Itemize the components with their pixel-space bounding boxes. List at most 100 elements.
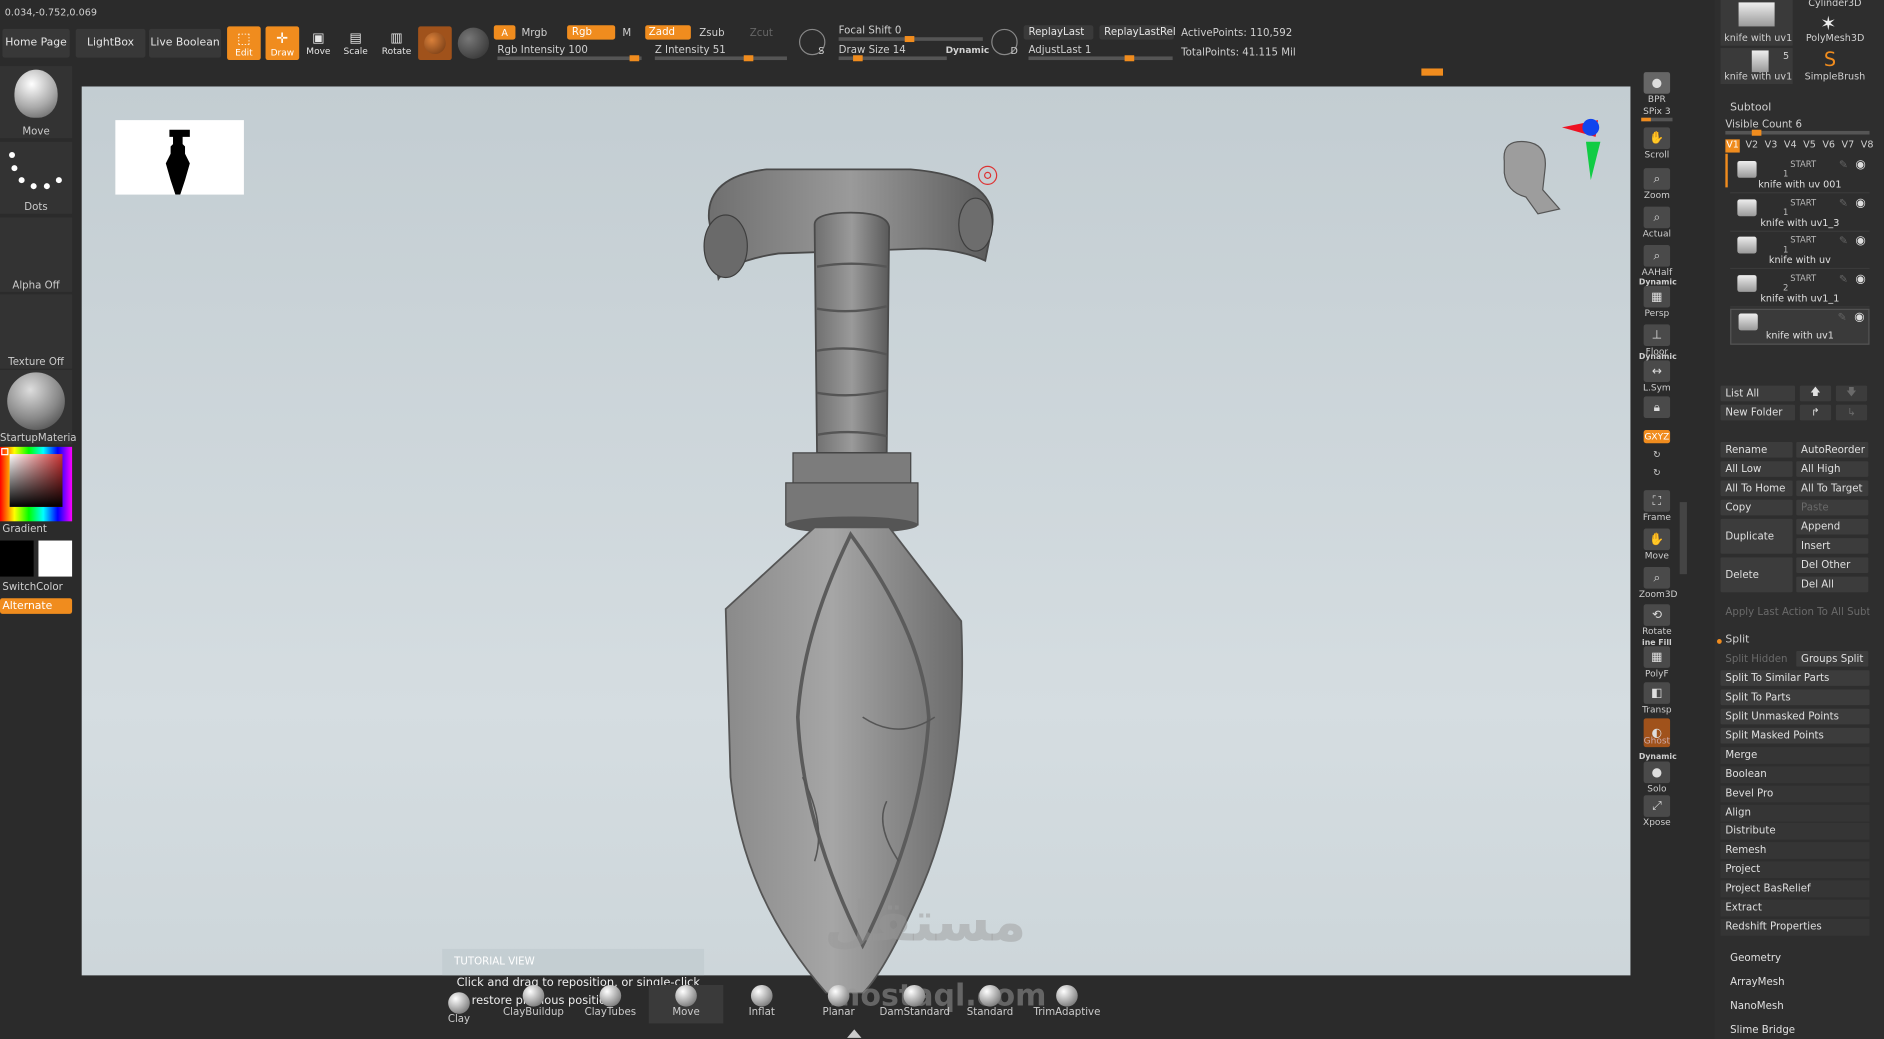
split-to-parts-button[interactable]: Split To Parts bbox=[1720, 689, 1870, 706]
subtool-item[interactable]: ✎ ◉ knife with uv1 bbox=[1730, 308, 1870, 345]
knife-model[interactable] bbox=[682, 153, 1018, 994]
zoom3d-button[interactable]: ⌕ Zoom3D bbox=[1639, 566, 1678, 599]
polyf-button[interactable]: ▦ PolyF bbox=[1639, 646, 1675, 679]
new-folder-button[interactable]: New Folder bbox=[1720, 404, 1796, 421]
texture-tile[interactable]: Texture Off bbox=[0, 294, 73, 369]
xpose-button[interactable]: ⤢ Xpose bbox=[1639, 795, 1675, 828]
simplebrush-icon[interactable]: S bbox=[1824, 48, 1836, 71]
menu-geometry[interactable]: Geometry bbox=[1725, 950, 1874, 967]
stroke-dots-tile[interactable]: Dots bbox=[0, 141, 73, 214]
duplicate-button[interactable]: Duplicate bbox=[1720, 518, 1793, 554]
menu-align[interactable]: Align bbox=[1720, 804, 1870, 822]
subtool-header[interactable]: Subtool bbox=[1730, 102, 1771, 114]
a-toggle[interactable]: A bbox=[493, 25, 516, 40]
del-all-button[interactable]: Del All bbox=[1796, 576, 1869, 593]
brush-move-tile[interactable]: Move bbox=[0, 66, 73, 139]
edit-mode-button[interactable]: ⬚ Edit bbox=[227, 26, 261, 61]
navigator-thumbnail[interactable] bbox=[115, 120, 244, 195]
menu-bevel-pro[interactable]: Bevel Pro bbox=[1720, 785, 1870, 803]
brush-toggle-icon[interactable]: ✎ bbox=[1839, 160, 1848, 172]
copy-button[interactable]: Copy bbox=[1720, 499, 1793, 516]
all-low-button[interactable]: All Low bbox=[1720, 461, 1793, 477]
m-toggle[interactable]: M bbox=[622, 28, 631, 40]
insert-button[interactable]: Insert bbox=[1796, 538, 1869, 554]
brush-claytubes[interactable]: ClayTubes bbox=[576, 984, 646, 1019]
zsub-toggle[interactable]: Zsub bbox=[699, 28, 724, 40]
brush-claybuildup[interactable]: ClayBuildup bbox=[499, 984, 569, 1019]
all-high-button[interactable]: All High bbox=[1796, 461, 1869, 477]
del-other-button[interactable]: Del Other bbox=[1796, 557, 1869, 573]
paste-button[interactable]: Paste bbox=[1796, 499, 1869, 516]
split-header[interactable]: Split bbox=[1725, 634, 1749, 646]
visibility-eye-icon[interactable]: ◉ bbox=[1855, 196, 1865, 209]
menu-distribute[interactable]: Distribute bbox=[1720, 823, 1870, 841]
transp-button[interactable]: ◧ Transp bbox=[1639, 682, 1675, 715]
primary-color-swatch[interactable] bbox=[38, 540, 73, 577]
menu-boolean[interactable]: Boolean bbox=[1720, 766, 1870, 783]
rotate-z-icon[interactable]: ↻ bbox=[1639, 467, 1675, 478]
brush-inflat[interactable]: Inflat bbox=[727, 984, 797, 1019]
brush-toggle-icon[interactable]: ✎ bbox=[1839, 198, 1848, 210]
visible-count-slider[interactable] bbox=[1725, 129, 1870, 136]
lock-button[interactable]: 🔒︎ bbox=[1639, 396, 1675, 419]
move-up-arrow-icon[interactable]: 🡅 bbox=[1799, 385, 1832, 402]
brush-planar[interactable]: Planar bbox=[804, 984, 874, 1019]
append-button[interactable]: Append bbox=[1796, 518, 1869, 535]
solo-button[interactable]: ● Solo bbox=[1639, 761, 1675, 794]
version-tab-v4[interactable]: V4 bbox=[1783, 139, 1797, 152]
version-tab-v5[interactable]: V5 bbox=[1802, 139, 1816, 152]
menu-arraymesh[interactable]: ArrayMesh bbox=[1725, 974, 1874, 991]
menu-slime-bridge[interactable]: Slime Bridge bbox=[1725, 1022, 1874, 1039]
material-preview-icon[interactable] bbox=[457, 27, 490, 59]
move-view-button[interactable]: ✋ Move bbox=[1639, 528, 1675, 561]
version-tab-v7[interactable]: V7 bbox=[1841, 139, 1855, 152]
zoom-button[interactable]: ⌕ Zoom bbox=[1639, 168, 1675, 201]
tool-thumb-knife-a[interactable]: knife with uv1 bbox=[1720, 0, 1793, 46]
alternate-button[interactable]: Alternate bbox=[0, 598, 73, 614]
color-picker[interactable] bbox=[0, 446, 73, 522]
material-sphere-button[interactable] bbox=[418, 26, 452, 61]
subtool-item[interactable]: START 1 ✎ ◉ knife with uv bbox=[1730, 233, 1870, 270]
move-mode-button[interactable]: ▣ Move bbox=[304, 26, 333, 60]
tool-thumb-knife-b[interactable]: 5 knife with uv1 bbox=[1720, 48, 1793, 85]
subtool-item[interactable]: START 1 ✎ ◉ knife with uv1_3 bbox=[1730, 195, 1870, 232]
alpha-tile[interactable]: Alpha Off bbox=[0, 217, 73, 292]
rename-button[interactable]: Rename bbox=[1720, 442, 1793, 458]
version-tab-v3[interactable]: V3 bbox=[1764, 139, 1778, 152]
split-unmasked-button[interactable]: Split Unmasked Points bbox=[1720, 708, 1870, 725]
version-tab-v1[interactable]: V1 bbox=[1725, 139, 1740, 153]
aahalf-button[interactable]: ⌕ AAHalf bbox=[1639, 245, 1675, 277]
brush-toggle-icon[interactable]: ✎ bbox=[1839, 235, 1848, 247]
adjust-last-slider[interactable] bbox=[1028, 55, 1173, 62]
split-similar-parts-button[interactable]: Split To Similar Parts bbox=[1720, 670, 1870, 686]
all-to-target-button[interactable]: All To Target bbox=[1796, 480, 1869, 497]
visibility-eye-icon[interactable]: ◉ bbox=[1855, 234, 1865, 247]
xyz-button[interactable]: GXYZ bbox=[1639, 430, 1675, 444]
delete-button[interactable]: Delete bbox=[1720, 557, 1793, 593]
cylinder3d-label[interactable]: Cylinder3D bbox=[1808, 0, 1861, 8]
replay-last-button[interactable]: ReplayLast bbox=[1023, 25, 1094, 40]
orientation-gizmo[interactable] bbox=[1490, 113, 1604, 245]
draw-size-slider[interactable] bbox=[838, 55, 947, 62]
z-intensity-slider[interactable] bbox=[654, 55, 787, 62]
brush-move[interactable]: Move bbox=[651, 984, 721, 1019]
scale-mode-button[interactable]: ▤ Scale bbox=[341, 26, 370, 60]
move-folder-arrow-icon[interactable]: ↱ bbox=[1799, 404, 1832, 421]
mrgb-toggle[interactable]: Mrgb bbox=[521, 28, 547, 40]
bpr-button[interactable]: ● BPR bbox=[1639, 72, 1675, 105]
canvas-viewport[interactable]: TUTORIAL VIEW مستقل bbox=[81, 86, 1631, 994]
rgb-toggle[interactable]: Rgb bbox=[567, 25, 616, 40]
split-masked-button[interactable]: Split Masked Points bbox=[1720, 727, 1870, 744]
gradient-label[interactable]: Gradient bbox=[2, 524, 46, 536]
visibility-eye-icon[interactable]: ◉ bbox=[1854, 311, 1864, 324]
brush-trimadaptive[interactable]: TrimAdaptive bbox=[1032, 984, 1102, 1019]
brush-damstandard[interactable]: DamStandard bbox=[879, 984, 950, 1019]
rgb-intensity-slider[interactable] bbox=[497, 55, 642, 62]
version-tab-v2[interactable]: V2 bbox=[1745, 139, 1759, 152]
apply-last-action-button[interactable]: Apply Last Action To All Subtoo bbox=[1721, 604, 1869, 620]
focal-shift-slider[interactable] bbox=[838, 36, 983, 43]
list-all-button[interactable]: List All bbox=[1720, 385, 1796, 402]
frame-button[interactable]: ⛶ Frame bbox=[1639, 490, 1675, 523]
draw-mode-button[interactable]: ✛ Draw bbox=[265, 26, 300, 61]
dynamic-toggle[interactable]: Dynamic bbox=[946, 44, 990, 55]
